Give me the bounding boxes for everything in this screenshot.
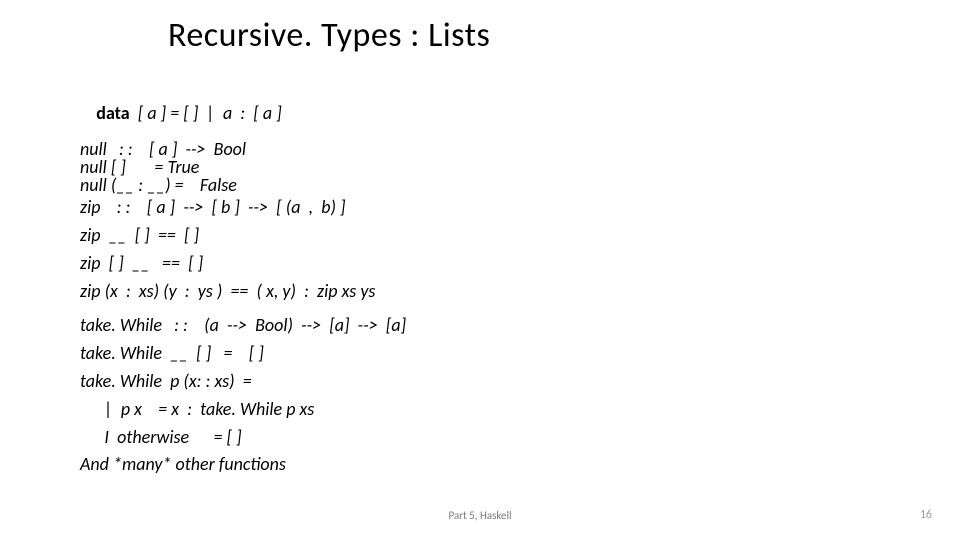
code-block-2: take. While : : (a --> Bool) --> [a] -->… bbox=[80, 312, 406, 479]
code-line: [ a ] = [ ] | a : [ a ] bbox=[130, 102, 282, 124]
code-line: zip (x : xs) (y : ys ) == ( x, y) : zip … bbox=[80, 278, 375, 306]
code-line: take. While p (x: : xs) = bbox=[80, 368, 406, 396]
slide-title: Recursive. Types : Lists bbox=[168, 15, 490, 56]
code-line: null (__ : __) = False bbox=[80, 176, 375, 194]
code-line: And *many* other functions bbox=[80, 451, 406, 479]
code-line: I otherwise = [ ] bbox=[80, 424, 406, 452]
code-line: zip __ [ ] == [ ] bbox=[80, 222, 375, 250]
code-line: take. While : : (a --> Bool) --> [a] -->… bbox=[80, 312, 406, 340]
footer-text: Part 5, Haskell bbox=[0, 509, 960, 522]
code-line: | p x = x : take. While p xs bbox=[80, 396, 406, 424]
code-line: zip [ ] __ == [ ] bbox=[80, 250, 375, 278]
code-line: zip : : [ a ] --> [ b ] --> [ (a , b) ] bbox=[80, 194, 375, 222]
page-number: 16 bbox=[920, 508, 932, 522]
code-block-1: data [ a ] = [ ] | a : [ a ] null : : [ … bbox=[80, 86, 375, 306]
code-line: take. While __ [ ] = [ ] bbox=[80, 340, 406, 368]
keyword-data: data bbox=[96, 102, 129, 124]
